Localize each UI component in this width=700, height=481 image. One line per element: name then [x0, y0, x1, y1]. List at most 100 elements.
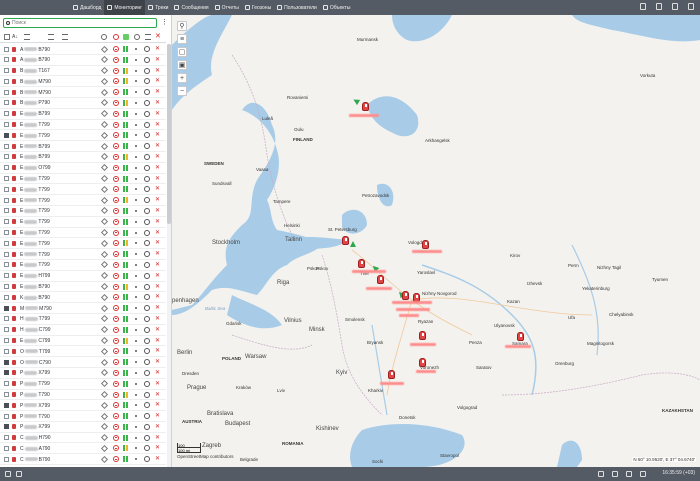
nav-item-5[interactable]: Геозоны — [242, 0, 274, 15]
nav-item-7[interactable]: Объекты — [320, 0, 354, 15]
locate-icon[interactable] — [100, 380, 109, 388]
remove-icon[interactable]: ✕ — [155, 142, 160, 149]
unit-name[interactable]: P T790 — [20, 392, 72, 398]
list-scrollbar[interactable] — [167, 44, 171, 467]
table-row[interactable]: E T799 ✕ — [0, 228, 166, 239]
row-checkbox[interactable] — [4, 402, 9, 408]
table-row[interactable]: E T799 ✕ — [0, 120, 166, 131]
info-icon[interactable] — [144, 164, 150, 171]
stop-icon[interactable] — [113, 337, 119, 344]
target-icon[interactable] — [101, 34, 107, 40]
stop-icon[interactable] — [113, 229, 119, 236]
stop-icon[interactable] — [113, 143, 119, 150]
remove-icon[interactable]: ✕ — [155, 380, 160, 387]
remove-icon[interactable]: ✕ — [155, 434, 160, 441]
table-row[interactable]: K B790 ✕ — [0, 292, 166, 304]
info-icon[interactable] — [144, 315, 150, 322]
locate-icon[interactable] — [100, 369, 109, 377]
table-row[interactable]: E B799 ✕ — [0, 141, 166, 152]
map-search-icon[interactable]: ⚲ — [177, 21, 187, 31]
row-checkbox[interactable] — [4, 230, 9, 236]
info-icon[interactable] — [144, 369, 150, 376]
info-icon[interactable] — [144, 132, 150, 139]
unit-name[interactable]: O C790 — [20, 360, 72, 366]
unit-name[interactable]: P T799 — [20, 381, 72, 387]
unit-name[interactable]: E T799 — [20, 187, 72, 193]
nav-item-2[interactable]: Треки — [145, 0, 171, 15]
info-icon[interactable] — [144, 46, 150, 52]
row-checkbox[interactable] — [4, 370, 9, 376]
unit-name[interactable]: E T799 — [20, 241, 72, 247]
stop-icon[interactable] — [113, 294, 119, 301]
remove-icon[interactable]: ✕ — [155, 250, 160, 257]
info-icon[interactable] — [144, 110, 150, 117]
table-row[interactable]: H C799 ✕ — [0, 325, 166, 336]
unit-name[interactable]: E T799 — [20, 122, 72, 128]
events-icon[interactable] — [626, 471, 632, 477]
unit-name[interactable]: E T799 — [20, 198, 72, 204]
table-row[interactable]: E B799 ✕ — [0, 109, 166, 120]
stop-icon[interactable] — [113, 164, 119, 171]
unit-name[interactable]: E T799 — [20, 219, 72, 225]
row-checkbox[interactable] — [4, 68, 9, 74]
sort-name-button[interactable]: A↓ — [12, 34, 18, 40]
table-row[interactable]: E T799 ✕ — [0, 260, 166, 271]
row-checkbox[interactable] — [4, 284, 9, 290]
stop-icon[interactable] — [113, 110, 119, 117]
row-checkbox[interactable] — [4, 424, 9, 430]
row-checkbox[interactable] — [4, 305, 9, 311]
locate-icon[interactable] — [100, 121, 109, 129]
table-row[interactable]: E T799 ✕ — [0, 130, 166, 142]
info-icon[interactable] — [144, 402, 150, 409]
table-row[interactable]: C B790 ✕ — [0, 454, 166, 466]
row-checkbox[interactable] — [4, 262, 9, 268]
locate-icon[interactable] — [100, 175, 109, 183]
hide-all-icon[interactable] — [113, 34, 119, 40]
stop-icon[interactable] — [113, 380, 119, 387]
row-checkbox[interactable] — [4, 186, 9, 192]
locate-icon[interactable] — [100, 88, 109, 96]
remove-icon[interactable]: ✕ — [155, 283, 160, 290]
table-row[interactable]: E C799 ✕ — [0, 336, 166, 347]
unit-name[interactable]: E B799 — [20, 154, 72, 160]
vehicle-marker[interactable] — [342, 236, 349, 245]
table-row[interactable]: B P790 ✕ — [0, 98, 166, 109]
vehicle-marker[interactable] — [388, 370, 395, 379]
stop-icon[interactable] — [113, 46, 119, 52]
signal-icon[interactable] — [640, 3, 646, 10]
info-icon[interactable] — [144, 294, 150, 301]
more-options-icon[interactable]: ⋮ — [161, 18, 168, 26]
locate-icon[interactable] — [100, 110, 109, 118]
row-checkbox[interactable] — [4, 316, 9, 322]
locate-icon[interactable] — [100, 412, 109, 420]
stop-icon[interactable] — [113, 391, 119, 398]
row-checkbox[interactable] — [4, 348, 9, 354]
table-row[interactable]: O T799 ✕ — [0, 346, 166, 358]
unit-name[interactable]: B T167 — [20, 68, 72, 74]
info-icon[interactable] — [144, 456, 150, 463]
stop-icon[interactable] — [113, 315, 119, 322]
info-icon[interactable] — [144, 218, 150, 225]
remove-icon[interactable]: ✕ — [155, 401, 160, 408]
locate-icon[interactable] — [100, 401, 109, 409]
stop-icon[interactable] — [113, 99, 119, 106]
stop-icon[interactable] — [113, 305, 119, 312]
stop-icon[interactable] — [113, 413, 119, 420]
remove-icon[interactable]: ✕ — [155, 164, 160, 171]
stop-icon[interactable] — [113, 240, 119, 247]
settings-icon[interactable] — [656, 3, 662, 10]
remove-icon[interactable]: ✕ — [155, 304, 160, 311]
info-icon[interactable] — [144, 78, 150, 85]
row-checkbox[interactable] — [4, 122, 9, 128]
remove-icon[interactable]: ✕ — [155, 99, 160, 106]
stop-icon[interactable] — [113, 456, 119, 463]
stop-icon[interactable] — [113, 251, 119, 258]
unit-name[interactable]: A B790 — [20, 57, 72, 63]
stop-icon[interactable] — [113, 261, 119, 268]
stop-icon[interactable] — [113, 218, 119, 225]
row-checkbox[interactable] — [4, 111, 9, 117]
scroll-thumb[interactable] — [167, 44, 171, 224]
remove-icon[interactable]: ✕ — [155, 239, 160, 246]
stop-icon[interactable] — [113, 445, 119, 452]
user-icon[interactable] — [688, 3, 694, 10]
